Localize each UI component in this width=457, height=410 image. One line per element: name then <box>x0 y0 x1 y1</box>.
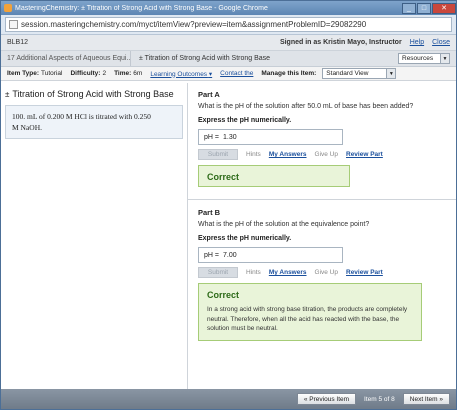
item-info-bar: Item Type: Tutorial Difficulty: 2 Time: … <box>1 67 456 81</box>
item-navigation: « Previous Item Item 5 of 8 Next Item » <box>1 389 456 409</box>
part-b-hints-link[interactable]: Hints <box>246 269 261 276</box>
part-a-actions: Submit Hints My Answers Give Up Review P… <box>198 149 446 160</box>
difficulty-label: Difficulty: <box>70 70 101 77</box>
part-b-actions: Submit Hints My Answers Give Up Review P… <box>198 267 446 278</box>
part-a-answer-label: pH = <box>204 133 219 141</box>
right-panel: Part A What is the pH of the solution af… <box>188 83 456 391</box>
resources-dropdown[interactable]: Resources ▼ <box>398 53 450 64</box>
stem-line-2: M NaOH. <box>12 123 42 132</box>
part-b-give-up-link[interactable]: Give Up <box>315 269 338 276</box>
problem-stem: 100. mL of 0.200 M HCl is titrated with … <box>5 105 183 139</box>
item-counter: Item 5 of 8 <box>364 395 395 403</box>
learning-outcomes-link[interactable]: Learning Outcomes ▾ <box>150 70 212 78</box>
title-bar: MasteringChemistry: ± Titration of Stron… <box>1 1 456 15</box>
part-b-answer-value: 7.00 <box>222 251 237 259</box>
part-a-instructions: Express the pH numerically. <box>198 117 292 124</box>
plus-minus-icon: ± <box>5 89 10 99</box>
part-a-review-part-link[interactable]: Review Part <box>346 151 383 158</box>
browser-window: MasteringChemistry: ± Titration of Stron… <box>0 0 457 410</box>
caret-down-icon: ▾ <box>208 70 213 78</box>
course-name: BLB12 <box>7 39 29 46</box>
problem-title: ± Titration of Strong Acid with Strong B… <box>5 89 183 99</box>
page-icon <box>9 20 18 29</box>
signed-in-text: Signed in as Kristin Mayo, Instructor <box>279 39 402 46</box>
previous-item-button[interactable]: « Previous Item <box>296 393 357 405</box>
app-icon <box>4 4 12 12</box>
part-a-question: What is the pH of the solution after 50.… <box>198 103 414 110</box>
manage-label: Manage this Item: <box>261 70 317 77</box>
part-divider <box>188 199 456 200</box>
part-b-instructions: Express the pH numerically. <box>198 235 292 242</box>
part-a-give-up-link[interactable]: Give Up <box>315 151 338 158</box>
part-a-answer-value: 1.30 <box>222 133 237 141</box>
part-a-my-answers-link[interactable]: My Answers <box>269 151 307 158</box>
resources-label: Resources <box>402 55 434 62</box>
time-label: Time: <box>114 70 132 77</box>
part-b-label: Part B <box>198 208 221 217</box>
part-b-explanation: In a strong acid with strong base titrat… <box>207 306 408 332</box>
part-b-feedback: Correct In a strong acid with strong bas… <box>198 283 422 341</box>
chevron-down-icon: ▼ <box>386 69 396 78</box>
maximize-button[interactable]: □ <box>417 2 431 14</box>
part-b-answer-field[interactable]: pH = 7.00 <box>198 247 343 263</box>
help-link[interactable]: Help <box>410 39 424 46</box>
difficulty-value: 2 <box>102 70 107 77</box>
minimize-button[interactable]: _ <box>402 2 416 14</box>
part-a-correct-text: Correct <box>207 172 240 182</box>
close-window-button[interactable]: ✕ <box>432 2 456 14</box>
chevron-down-icon: ▼ <box>440 54 449 63</box>
part-a-feedback: Correct <box>198 165 350 187</box>
part-a-answer-field[interactable]: pH = 1.30 <box>198 129 343 145</box>
breadcrumb-item: ± Titration of Strong Acid with Strong B… <box>139 55 271 62</box>
part-b-submit-button[interactable]: Submit <box>198 267 238 278</box>
problem-title-text: Titration of Strong Acid with Strong Bas… <box>12 89 174 99</box>
view-select-value: Standard View <box>326 70 369 77</box>
breadcrumb-chapter[interactable]: 17 Additional Aspects of Aqueous Equi... <box>1 51 131 66</box>
main-content: ± Titration of Strong Acid with Strong B… <box>1 83 456 391</box>
item-type-label: Item Type: <box>7 70 40 77</box>
part-b-review-part-link[interactable]: Review Part <box>346 269 383 276</box>
part-a-label: Part A <box>198 90 220 99</box>
part-b-correct-text: Correct <box>207 290 240 300</box>
next-item-button[interactable]: Next Item » <box>402 393 450 405</box>
site-header: BLB12 Signed in as Kristin Mayo, Instruc… <box>1 35 456 51</box>
part-b-answer-label: pH = <box>204 251 219 259</box>
left-panel: ± Titration of Strong Acid with Strong B… <box>1 83 188 391</box>
view-select[interactable]: Standard View ▼ <box>322 68 397 79</box>
part-a-hints-link[interactable]: Hints <box>246 151 261 158</box>
time-value: 6m <box>133 70 143 77</box>
learning-outcomes-label: Learning Outcomes <box>150 70 208 78</box>
part-b-question: What is the pH of the solution at the eq… <box>198 221 370 228</box>
part-a-submit-button[interactable]: Submit <box>198 149 238 160</box>
contact-link[interactable]: Contact the <box>220 70 253 77</box>
address-bar: session.masteringchemistry.com/myct/item… <box>1 15 456 35</box>
window-title: MasteringChemistry: ± Titration of Stron… <box>15 4 268 12</box>
close-link[interactable]: Close <box>432 39 450 46</box>
url-field[interactable]: session.masteringchemistry.com/myct/item… <box>5 17 452 32</box>
breadcrumb: 17 Additional Aspects of Aqueous Equi...… <box>1 51 456 67</box>
stem-line-1: 100. mL of 0.200 M HCl is titrated with … <box>12 112 151 121</box>
item-type-value: Tutorial <box>41 70 63 77</box>
part-b-my-answers-link[interactable]: My Answers <box>269 269 307 276</box>
url-text: session.masteringchemistry.com/myct/item… <box>21 20 367 29</box>
